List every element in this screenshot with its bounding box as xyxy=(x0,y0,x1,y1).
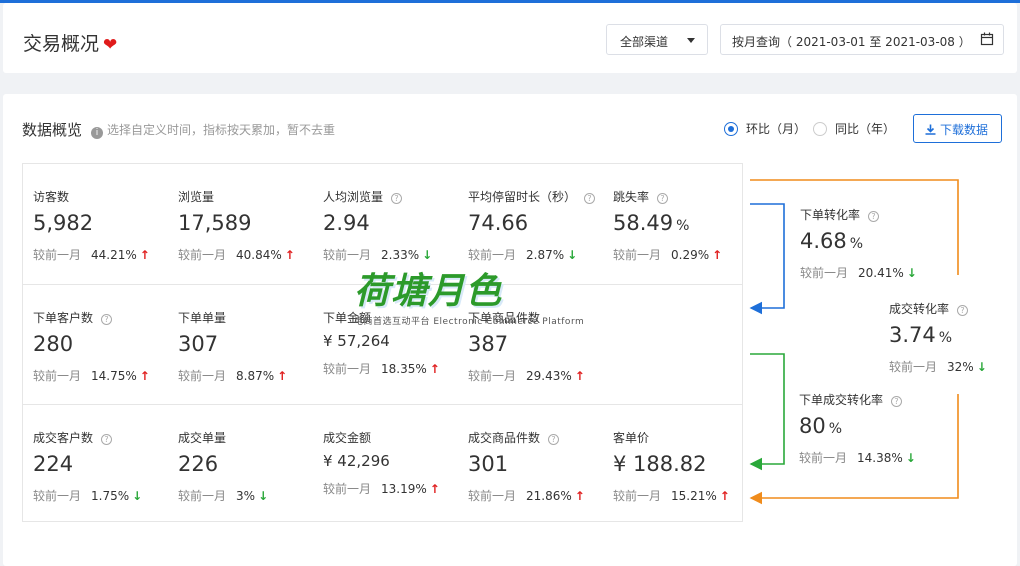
channel-select[interactable]: 全部渠道 xyxy=(606,24,708,55)
metric-label: 下单成交转化率? xyxy=(799,391,903,408)
flow-line-green xyxy=(749,353,785,471)
flow-line-blue xyxy=(749,203,785,315)
compare-label: 较前一月 xyxy=(799,451,848,465)
metric-value-number: 3.74 xyxy=(889,323,936,347)
date-range-picker[interactable]: 按月查询（ 2021-03-01 至 2021-03-08 ） xyxy=(720,24,1004,55)
compare-pct: 14.38% xyxy=(857,451,903,465)
arrow-down-icon: ↓ xyxy=(976,360,987,374)
page-title-text: 交易概况 xyxy=(23,33,100,55)
caret-down-icon xyxy=(687,38,695,43)
compare-label: 较前一月 xyxy=(800,266,849,280)
conv-order-deal-rate: 下单成交转化率? 80% 较前一月 14.38% ↓ xyxy=(799,367,959,485)
metric-value: 3.74% xyxy=(889,323,952,347)
metric-value: 80% xyxy=(799,414,842,438)
heart-icon: ❤ xyxy=(103,35,118,55)
metric-label: 下单转化率? xyxy=(800,206,880,223)
channel-select-value: 全部渠道 xyxy=(620,35,669,49)
help-icon[interactable]: ? xyxy=(868,211,880,222)
metric-value-number: 4.68 xyxy=(800,229,847,253)
conversion-flow-lines xyxy=(749,179,959,505)
metric-label: 成交转化率? xyxy=(889,300,969,317)
metric-unit: % xyxy=(828,421,843,437)
page-title: 交易概况 ❤ xyxy=(23,29,117,56)
metric-value: 4.68% xyxy=(800,229,863,253)
metric-value-number: 80 xyxy=(799,414,826,438)
arrow-down-icon: ↓ xyxy=(905,451,916,465)
watermark-subtitle: 电商首选互动平台 Electronic Commerce Platform xyxy=(354,317,585,327)
watermark-title: 荷塘月色 xyxy=(354,271,503,312)
watermark-logo: 荷塘月色 电商首选互动平台 Electronic Commerce Platfo… xyxy=(354,262,584,327)
metric-unit: % xyxy=(938,330,953,346)
metric-unit: % xyxy=(849,236,864,252)
metric-compare: 较前一月 14.38% ↓ xyxy=(799,449,916,466)
overview-panel: 数据概览 i 选择自定义时间，指标按天累加，暂不去重 环比（月） 同比（年） 下载… xyxy=(3,94,1017,566)
page-header: 交易概况 ❤ 全部渠道 按月查询（ 2021-03-01 至 2021-03-08… xyxy=(3,3,1017,73)
help-icon[interactable]: ? xyxy=(957,305,969,316)
help-icon[interactable]: ? xyxy=(891,396,903,407)
metric-label-text: 成交转化率 xyxy=(889,302,950,316)
metric-label-text: 下单成交转化率 xyxy=(799,393,884,407)
metric-label-text: 下单转化率 xyxy=(800,208,861,222)
calendar-icon xyxy=(980,32,994,46)
date-range-value: 按月查询（ 2021-03-01 至 2021-03-08 ） xyxy=(732,35,971,49)
